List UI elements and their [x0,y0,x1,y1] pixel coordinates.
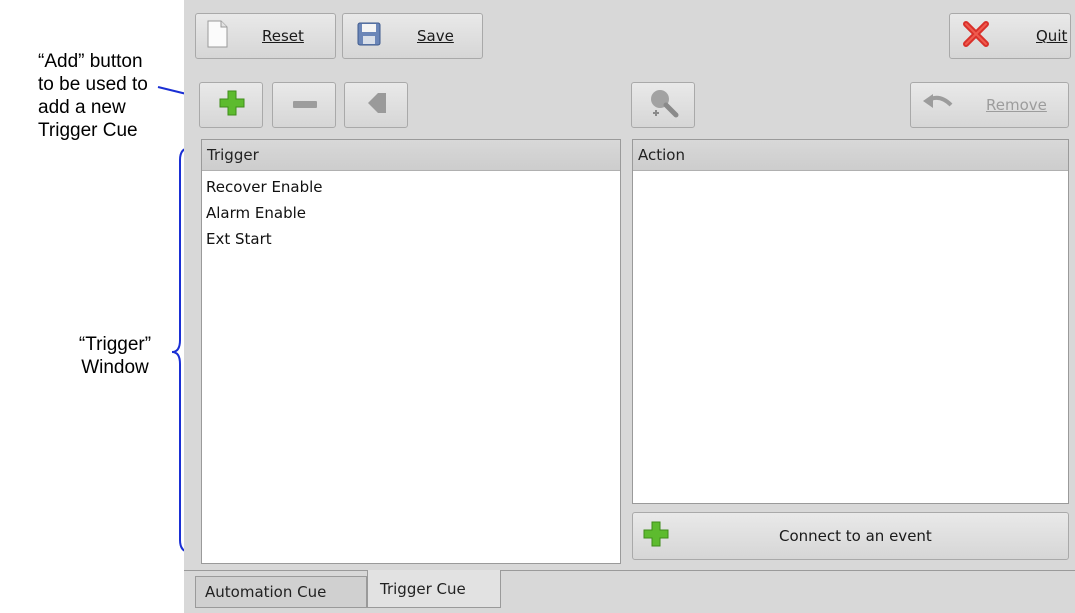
list-item[interactable]: Ext Start [202,226,620,252]
list-item[interactable]: Alarm Enable [202,200,620,226]
search-icon [649,88,679,122]
reset-label: Reset [262,27,304,45]
plus-icon [219,90,245,120]
tag-icon [366,91,388,119]
document-icon [206,20,228,52]
app-window: Reset Save Quit Remove Trigger Recover E… [184,0,1075,613]
quit-button[interactable]: Quit [949,13,1071,59]
search-action-button[interactable] [631,82,695,128]
tab-trigger-cue[interactable]: Trigger Cue [367,570,501,608]
trigger-list: Recover Enable Alarm Enable Ext Start [202,171,620,252]
remove-action-button[interactable]: Remove [910,82,1069,128]
trigger-column-header[interactable]: Trigger [202,140,620,171]
remove-trigger-button[interactable] [272,82,336,128]
save-button[interactable]: Save [342,13,483,59]
action-column-header[interactable]: Action [633,140,1068,171]
plus-icon [643,521,669,551]
connect-event-button[interactable]: Connect to an event [632,512,1069,560]
tab-automation-cue[interactable]: Automation Cue [195,576,367,608]
connect-event-label: Connect to an event [779,527,932,545]
edit-trigger-button[interactable] [344,82,408,128]
remove-label: Remove [986,96,1047,114]
undo-arrow-icon [921,91,955,119]
reset-button[interactable]: Reset [195,13,336,59]
floppy-disk-icon [357,22,381,50]
minus-icon [292,96,318,114]
tab-label: Automation Cue [205,583,327,601]
save-label: Save [417,27,454,45]
add-trigger-button[interactable] [199,82,263,128]
action-pane: Action [632,139,1069,504]
trigger-pane: Trigger Recover Enable Alarm Enable Ext … [201,139,621,564]
tab-bar-divider [184,570,1075,571]
quit-label: Quit [1036,27,1068,45]
close-icon [962,20,990,52]
tab-label: Trigger Cue [380,579,466,598]
list-item[interactable]: Recover Enable [202,174,620,200]
